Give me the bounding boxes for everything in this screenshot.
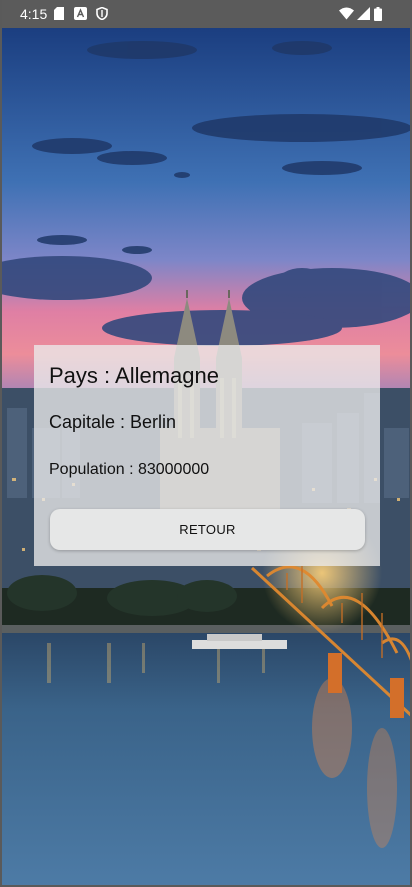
country-name: Pays : Allemagne [49, 363, 219, 388]
back-button[interactable]: RETOUR [50, 509, 365, 550]
sd-card-icon [54, 7, 64, 23]
app-frame: 4:15 Pays : Allemagne Capitale : Berlin … [0, 0, 412, 887]
status-bar: 4:15 [2, 0, 410, 28]
battery-icon [374, 7, 382, 24]
wifi-icon [339, 7, 354, 23]
population-value: Population : 83000000 [49, 461, 210, 478]
capital-name: Capitale : Berlin [49, 412, 177, 432]
signal-icon [357, 7, 370, 23]
a-notification-icon [74, 7, 87, 23]
status-time: 4:15 [20, 6, 48, 22]
shield-icon [96, 6, 108, 23]
country-info-card: Pays : Allemagne Capitale : Berlin Popul… [34, 345, 380, 566]
